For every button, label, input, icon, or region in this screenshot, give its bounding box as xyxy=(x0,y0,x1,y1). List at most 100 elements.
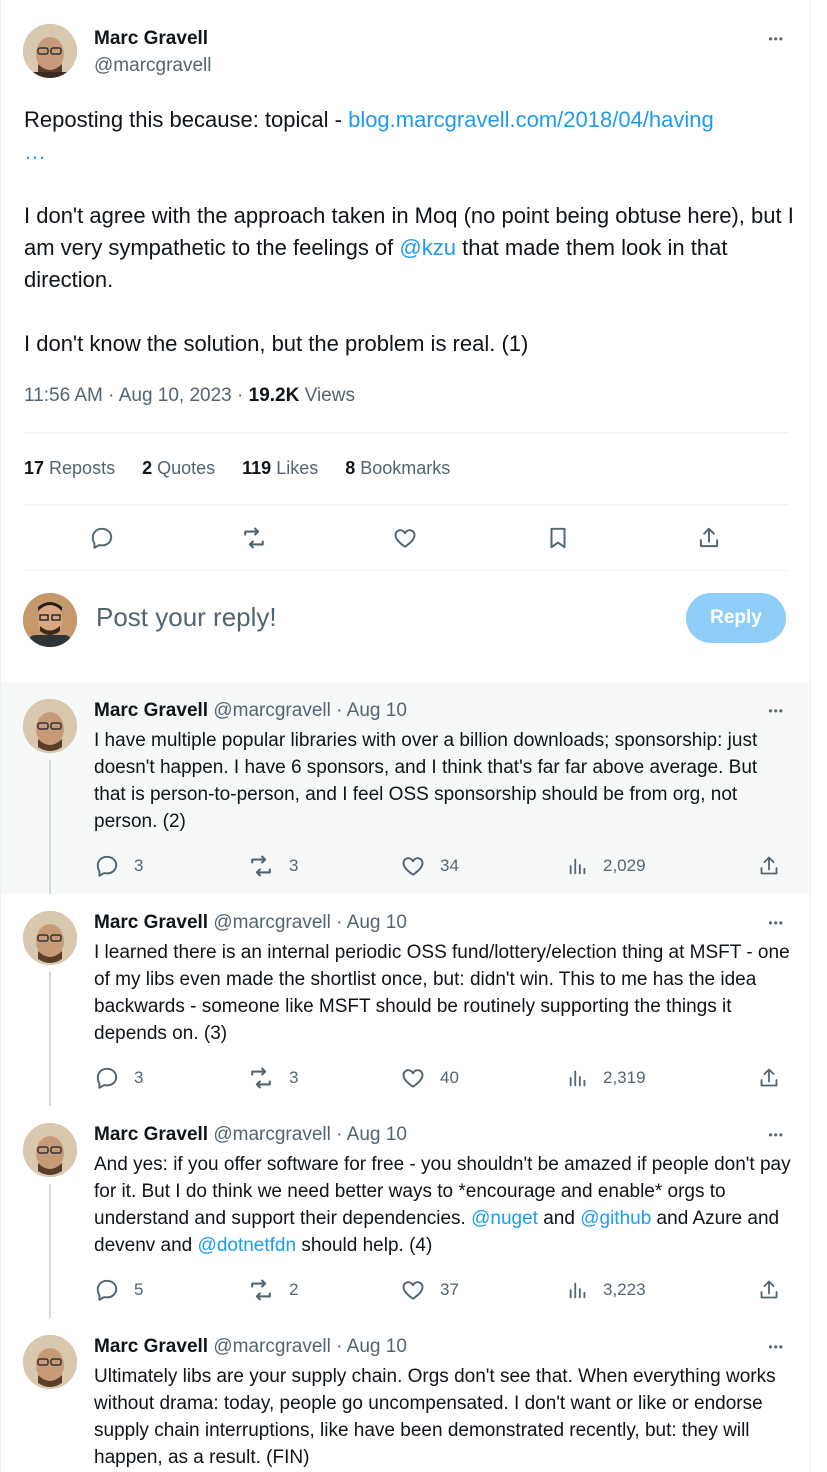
like-icon xyxy=(402,1281,424,1300)
more-options-icon[interactable]: ••• xyxy=(768,917,784,929)
engagement-stats: 17 Reposts 2 Quotes 119 Likes 8 Bookmark… xyxy=(24,458,450,479)
tweet-paragraph-3: I don't know the solution, but the probl… xyxy=(24,331,529,356)
tweet-header: Marc Gravell @marcgravell · Aug 10 xyxy=(94,700,407,722)
likes-stat[interactable]: 119 Likes xyxy=(242,458,318,479)
avatar-image xyxy=(23,24,77,78)
more-options-icon[interactable]: ••• xyxy=(768,705,784,717)
repost-icon xyxy=(251,855,271,877)
mention-kzu[interactable]: @kzu xyxy=(399,235,456,260)
like-action[interactable]: 34 xyxy=(400,851,459,881)
tweet-header: Marc Gravell @marcgravell · Aug 10 xyxy=(94,912,407,934)
tweet-text-part: should help. (4) xyxy=(296,1235,433,1256)
views-action[interactable]: 2,029 xyxy=(567,851,646,881)
author-name[interactable]: Marc Gravell xyxy=(94,912,208,933)
author-avatar[interactable] xyxy=(23,699,77,753)
author-avatar[interactable] xyxy=(23,1123,77,1177)
views-icon xyxy=(569,858,586,875)
bookmark-icon[interactable] xyxy=(538,518,578,558)
tweet-intro: Reposting this because: topical - xyxy=(24,107,349,132)
link-ellipsis[interactable]: … xyxy=(24,139,46,164)
thread-tweet[interactable]: Marc Gravell @marcgravell · Aug 10 ••• I… xyxy=(1,682,810,894)
repost-count: 2 xyxy=(289,1280,299,1299)
bookmarks-stat[interactable]: 8 Bookmarks xyxy=(345,458,450,479)
reply-button[interactable]: Reply xyxy=(686,593,786,643)
repost-count: 3 xyxy=(289,856,299,875)
like-count: 34 xyxy=(440,856,459,875)
repost-action[interactable]: 2 xyxy=(247,1275,298,1305)
avatar-image xyxy=(23,1123,77,1177)
avatar-image xyxy=(23,1335,77,1389)
views-label: Views xyxy=(299,385,355,406)
tweet-meta: 11:56 AM · Aug 10, 2023 · 19.2K Views xyxy=(24,385,355,407)
like-action[interactable]: 40 xyxy=(400,1063,459,1093)
more-options-icon[interactable]: ••• xyxy=(768,1341,784,1353)
author-avatar[interactable] xyxy=(23,24,77,78)
author-name[interactable]: Marc Gravell xyxy=(94,1336,208,1357)
like-action[interactable]: 37 xyxy=(400,1275,459,1305)
like-count: 37 xyxy=(440,1280,459,1299)
repost-action[interactable]: 3 xyxy=(247,851,298,881)
avatar-image xyxy=(23,699,77,753)
reply-action[interactable]: 5 xyxy=(94,1275,143,1305)
reply-icon[interactable] xyxy=(82,518,122,558)
more-options-icon[interactable]: ••• xyxy=(768,33,784,45)
thread-tweet[interactable]: Marc Gravell @marcgravell · Aug 10 ••• U… xyxy=(1,1318,810,1472)
reply-count: 3 xyxy=(134,1068,144,1087)
reply-count: 5 xyxy=(134,1280,144,1299)
share-icon[interactable] xyxy=(689,518,729,558)
reply-action[interactable]: 3 xyxy=(94,851,143,881)
thread-line xyxy=(49,972,51,1106)
views-count: 2,029 xyxy=(603,856,646,875)
mention-nuget[interactable]: @nuget xyxy=(471,1208,538,1229)
author-name[interactable]: Marc Gravell xyxy=(94,1124,208,1145)
thread-tweet[interactable]: Marc Gravell @marcgravell · Aug 10 ••• I… xyxy=(1,894,810,1106)
author-avatar[interactable] xyxy=(23,911,77,965)
reply-count: 3 xyxy=(134,856,144,875)
author-handle[interactable]: @marcgravell xyxy=(94,55,211,77)
tweet-header: Marc Gravell @marcgravell · Aug 10 xyxy=(94,1124,407,1146)
views-count: 2,319 xyxy=(603,1068,646,1087)
reply-icon xyxy=(96,1067,118,1089)
share-icon[interactable] xyxy=(757,851,781,881)
repost-icon[interactable] xyxy=(234,518,274,558)
repost-icon xyxy=(251,1067,271,1089)
thread-line xyxy=(49,760,51,894)
mention-dotnetfdn[interactable]: @dotnetfdn xyxy=(198,1235,297,1256)
reply-composer: Post your reply! Reply xyxy=(1,570,810,682)
blog-link[interactable]: blog.marcgravell.com/2018/04/having xyxy=(348,107,714,132)
reply-icon xyxy=(96,855,118,877)
thread-tweet[interactable]: Marc Gravell @marcgravell · Aug 10 ••• A… xyxy=(1,1106,810,1318)
author-handle[interactable]: @marcgravell · Aug 10 xyxy=(213,700,407,721)
timestamp[interactable]: 11:56 AM · Aug 10, 2023 · xyxy=(24,385,249,406)
repost-action[interactable]: 3 xyxy=(247,1063,298,1093)
views-icon xyxy=(569,1282,586,1299)
share-icon[interactable] xyxy=(757,1275,781,1305)
like-icon xyxy=(402,1069,424,1088)
current-user-avatar[interactable] xyxy=(23,593,77,647)
tweet-actions xyxy=(1,518,810,558)
like-count: 40 xyxy=(440,1068,459,1087)
quotes-stat[interactable]: 2 Quotes xyxy=(142,458,215,479)
views-action[interactable]: 3,223 xyxy=(567,1275,646,1305)
tweet-actions: 5 2 37 3,223 xyxy=(94,1275,794,1305)
share-icon[interactable] xyxy=(757,1063,781,1093)
like-icon[interactable] xyxy=(385,518,425,558)
more-options-icon[interactable]: ••• xyxy=(768,1129,784,1141)
reply-icon xyxy=(96,1279,118,1301)
mention-github[interactable]: @github xyxy=(580,1208,651,1229)
author-handle[interactable]: @marcgravell · Aug 10 xyxy=(213,912,407,933)
author-avatar[interactable] xyxy=(23,1335,77,1389)
repost-count: 3 xyxy=(289,1068,299,1087)
reply-input[interactable]: Post your reply! xyxy=(96,602,277,633)
views-action[interactable]: 2,319 xyxy=(567,1063,646,1093)
reposts-stat[interactable]: 17 Reposts xyxy=(24,458,115,479)
tweet-text: Reposting this because: topical - blog.m… xyxy=(24,104,794,360)
author-name[interactable]: Marc Gravell xyxy=(94,700,208,721)
thread-line xyxy=(49,1184,51,1318)
views-count: 19.2K xyxy=(248,385,300,406)
author-handle[interactable]: @marcgravell · Aug 10 xyxy=(213,1336,407,1357)
reply-action[interactable]: 3 xyxy=(94,1063,143,1093)
author-handle[interactable]: @marcgravell · Aug 10 xyxy=(213,1124,407,1145)
author-name[interactable]: Marc Gravell xyxy=(94,28,208,50)
tweet-page: Marc Gravell @marcgravell ••• Reposting … xyxy=(0,0,811,1472)
